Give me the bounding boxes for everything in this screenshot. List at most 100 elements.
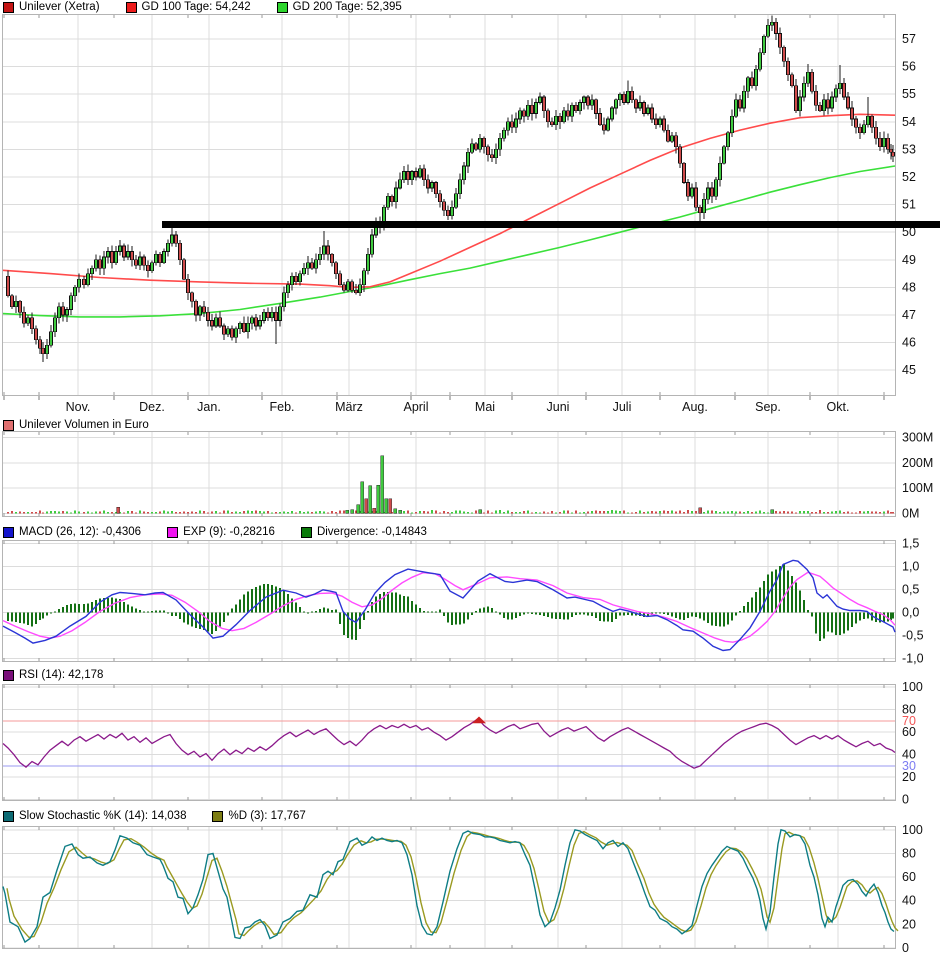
volume-bar [827,512,829,513]
y-axis-label: 51 [902,198,916,212]
candle [7,276,10,295]
divergence-bar [139,610,141,612]
volume-bar [703,512,705,514]
divergence-bar [771,571,773,612]
candle [707,188,710,199]
divergence-bar [599,612,601,621]
candle [455,194,458,208]
volume-bar [259,511,261,513]
y-axis-label: 49 [902,253,916,267]
candle [227,329,230,335]
divergence-bar [483,607,485,612]
divergence-bar [747,602,749,612]
candle [23,312,26,323]
volume-bar [647,511,649,513]
volume-bar [587,512,589,514]
volume-bar [283,511,285,513]
divergence-bar [227,612,229,615]
divergence-bar [271,585,273,612]
volume-bar [799,511,801,514]
candle [839,83,842,89]
divergence-bar [739,611,741,612]
candle [231,329,234,337]
volume-bar [591,511,593,513]
legend-swatch [167,527,178,538]
volume-bar [663,510,665,513]
candle [483,138,486,146]
month-label: Dez. [139,400,165,414]
month-label: Jan. [197,400,221,414]
volume-bar [619,511,621,513]
candle [807,72,810,83]
volume-bar [199,511,201,514]
volume-bar [859,511,861,514]
volume-bar [847,512,849,514]
candle [655,119,658,125]
candle [479,138,482,149]
divergence-bar [703,612,705,620]
divergence-bar [339,612,341,624]
y-axis-label: 56 [902,60,916,74]
volume-bar [415,512,417,513]
candle [371,235,374,254]
volume-bar [42,512,44,513]
candle [583,97,586,103]
candle [119,246,122,252]
candle [11,296,14,307]
volume-bar [187,512,189,513]
y-axis-label: 46 [902,336,916,350]
legend-item-unilever: Unilever (Xetra) [3,1,100,14]
y-axis-label: 55 [902,87,916,101]
divergence-bar [887,612,889,621]
legend-label: Unilever (Xetra) [19,1,100,14]
volume-bar [335,512,337,514]
volume-bar [231,512,233,513]
candle [391,196,394,202]
divergence-bar [515,612,517,618]
candle [407,171,410,179]
volume-bar [511,512,513,513]
divergence-bar [731,612,733,620]
divergence-bar [843,612,845,633]
volume-bar [579,512,581,513]
divergence-bar [495,611,497,612]
divergence-bar [74,604,76,613]
volume-bar [819,510,821,513]
volume-bar [203,511,205,513]
candle [507,122,510,130]
volume-bar [503,512,505,514]
candle [343,285,346,291]
candle [783,47,786,61]
volume-bar [167,511,169,513]
volume-bar [487,510,489,513]
volume-bar [743,512,745,514]
divergence-bar [715,612,717,626]
candle [315,260,318,268]
volume-bar [567,511,569,514]
divergence-bar [375,597,377,613]
candle [167,243,170,251]
divergence-bar [607,612,609,621]
candle [747,78,750,92]
volume-bar [711,511,713,514]
candle [555,116,558,124]
candle [267,312,270,318]
candle [495,149,498,157]
volume-bar [19,512,21,514]
volume-bar [875,512,877,514]
legend-label: GD 100 Tage: 54,242 [142,1,251,14]
divergence-bar [831,612,833,632]
candle [799,97,802,111]
volume-bar [311,512,313,513]
volume-bar [635,512,637,513]
candle [199,307,202,315]
candle [283,293,286,307]
volume-bar [483,513,485,514]
candle [475,144,478,150]
legend-swatch [301,527,312,538]
divergence-bar [707,612,709,623]
volume-bar [639,511,641,514]
volume-bar [823,512,825,513]
candle [819,105,822,111]
divergence-bar [127,605,129,613]
